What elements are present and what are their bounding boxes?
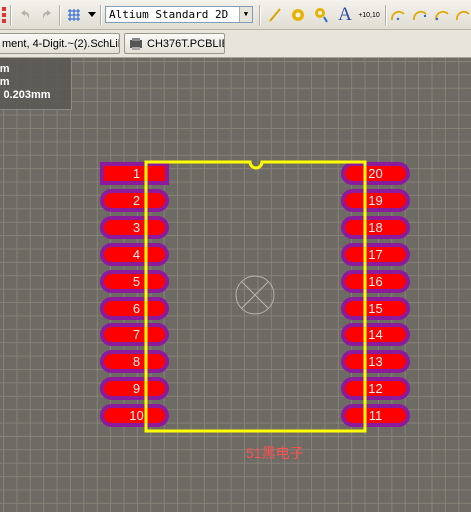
hud-x-value: mm: [0, 63, 10, 75]
pad-9[interactable]: 9: [100, 377, 169, 401]
pad-12[interactable]: 12: [341, 377, 410, 401]
pad-label: 19: [368, 192, 383, 208]
pad-label: 11: [368, 408, 383, 424]
silkscreen-label: 51黑电子: [246, 445, 304, 461]
pad-label: 16: [368, 273, 383, 289]
pad-label: 8: [132, 354, 141, 370]
grid-dropdown-arrow-icon[interactable]: [86, 4, 98, 26]
chevron-down-icon[interactable]: ▼: [239, 7, 252, 22]
pad-5[interactable]: 5: [100, 269, 169, 293]
main-toolbar: Altium Standard 2D ▼ A +10,10: [0, 0, 471, 30]
pad-16[interactable]: 16: [341, 269, 410, 293]
pad-label: 13: [368, 354, 383, 370]
toolbar-grip: [0, 4, 10, 26]
document-tab-bar: ment, 4-Digit.~(2).SchLib CH376T.PCBLIB: [0, 30, 471, 58]
tab-pcblib-label: CH376T.PCBLIB: [147, 38, 225, 50]
hud-y-value: mm: [0, 76, 10, 88]
pad-label: 4: [132, 246, 141, 262]
text-tool-glyph: A: [338, 4, 352, 25]
pcb-footprint-canvas[interactable]: mm mm p: 0.203mm 12345678910201918171615…: [0, 58, 471, 512]
pad-label: 9: [132, 381, 141, 397]
pad-3[interactable]: 3: [100, 215, 169, 239]
hud-snap-value: p: 0.203mm: [0, 89, 51, 101]
pad-6[interactable]: 6: [100, 296, 169, 320]
coordinate-label: +10,10: [358, 11, 380, 19]
pad-7[interactable]: 7: [100, 323, 169, 347]
pad-17[interactable]: 17: [341, 242, 410, 266]
pad-label: 10: [129, 408, 144, 424]
pad-11[interactable]: 11: [341, 404, 410, 428]
place-string-icon[interactable]: A: [335, 4, 355, 26]
place-pad-icon[interactable]: [288, 4, 308, 26]
pad-19[interactable]: 19: [341, 188, 410, 212]
pad-4[interactable]: 4: [100, 242, 169, 266]
arc-center-icon[interactable]: [388, 4, 408, 26]
pcb-document-icon: [130, 38, 142, 50]
pad-8[interactable]: 8: [100, 350, 169, 374]
pad-label: 5: [132, 273, 141, 289]
place-coordinate-icon[interactable]: +10,10: [356, 4, 382, 26]
pad-13[interactable]: 13: [341, 350, 410, 374]
pad-label: 18: [368, 219, 383, 235]
pad-10[interactable]: 10: [100, 404, 169, 428]
pad-label: 14: [368, 327, 383, 343]
view-mode-value: Altium Standard 2D: [109, 8, 229, 21]
pad-2[interactable]: 2: [100, 188, 169, 212]
arc-any-angle-icon[interactable]: [432, 4, 452, 26]
pad-1[interactable]: 1: [100, 162, 169, 185]
pad-label: 1: [132, 166, 141, 181]
tab-schlib-label: ment, 4-Digit.~(2).SchLib: [2, 38, 120, 50]
pad-label: 17: [368, 246, 383, 262]
place-via-icon[interactable]: [311, 4, 331, 26]
tab-schlib[interactable]: ment, 4-Digit.~(2).SchLib: [0, 33, 120, 54]
tab-pcblib[interactable]: CH376T.PCBLIB: [124, 33, 225, 54]
pad-label: 15: [368, 300, 383, 316]
pad-label: 7: [132, 327, 141, 343]
pad-label: 12: [368, 381, 383, 397]
pad-label: 6: [132, 300, 141, 316]
pad-18[interactable]: 18: [341, 215, 410, 239]
view-mode-select[interactable]: Altium Standard 2D ▼: [105, 6, 253, 23]
pad-label: 3: [132, 219, 141, 235]
redo-icon[interactable]: [38, 4, 56, 26]
pad-14[interactable]: 14: [341, 323, 410, 347]
silkscreen-outline: [144, 160, 367, 433]
pad-label: 20: [368, 166, 383, 181]
origin-marker: [235, 275, 275, 315]
pad-20[interactable]: 20: [341, 162, 410, 185]
arc-edge-icon[interactable]: [410, 4, 430, 26]
cursor-info-hud: mm mm p: 0.203mm: [0, 58, 72, 110]
pad-label: 2: [132, 192, 141, 208]
pad-15[interactable]: 15: [341, 296, 410, 320]
undo-icon[interactable]: [16, 4, 34, 26]
full-circle-icon[interactable]: [454, 4, 471, 26]
grid-icon[interactable]: [64, 4, 84, 26]
place-line-icon[interactable]: [265, 4, 285, 26]
